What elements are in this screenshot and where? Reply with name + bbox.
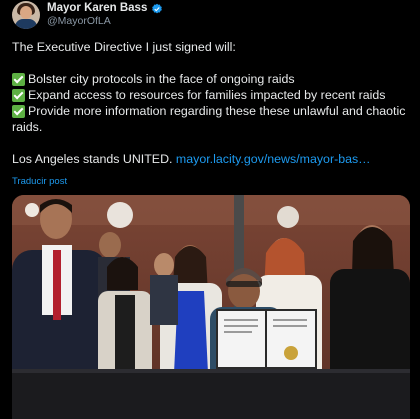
post-photo[interactable]	[12, 195, 410, 419]
post: Mayor Karen Bass @MayorOfLA The Executiv…	[0, 0, 420, 419]
check-mark-icon	[12, 88, 25, 102]
list-item-continuation: raids.	[12, 120, 43, 134]
author-display-name[interactable]: Mayor Karen Bass	[47, 2, 147, 15]
list-item-text: Expand access to resources for families …	[28, 88, 386, 102]
check-mark-icon	[12, 72, 25, 86]
photo-illustration	[12, 195, 410, 419]
post-text: The Executive Directive I just signed wi…	[12, 39, 412, 167]
author-handle[interactable]: @MayorOfLA	[47, 15, 163, 28]
post-header: Mayor Karen Bass @MayorOfLA	[12, 1, 163, 29]
list-item-text: Provide more information regarding these…	[28, 104, 406, 118]
list-item-text: Bolster city protocols in the face of on…	[28, 72, 295, 86]
list-item: Expand access to resources for families …	[12, 87, 412, 103]
post-intro: The Executive Directive I just signed wi…	[12, 40, 236, 54]
list-item: Provide more information regarding these…	[12, 103, 412, 119]
avatar[interactable]	[12, 1, 40, 29]
translate-post-link[interactable]: Traducir post	[12, 176, 67, 187]
verified-badge-icon	[152, 3, 163, 13]
author-names: Mayor Karen Bass @MayorOfLA	[47, 2, 163, 28]
post-link[interactable]: mayor.lacity.gov/news/mayor-bas…	[176, 152, 371, 166]
list-item: Bolster city protocols in the face of on…	[12, 71, 412, 87]
post-closing: Los Angeles stands UNITED.	[12, 152, 173, 166]
check-mark-icon	[12, 104, 25, 118]
